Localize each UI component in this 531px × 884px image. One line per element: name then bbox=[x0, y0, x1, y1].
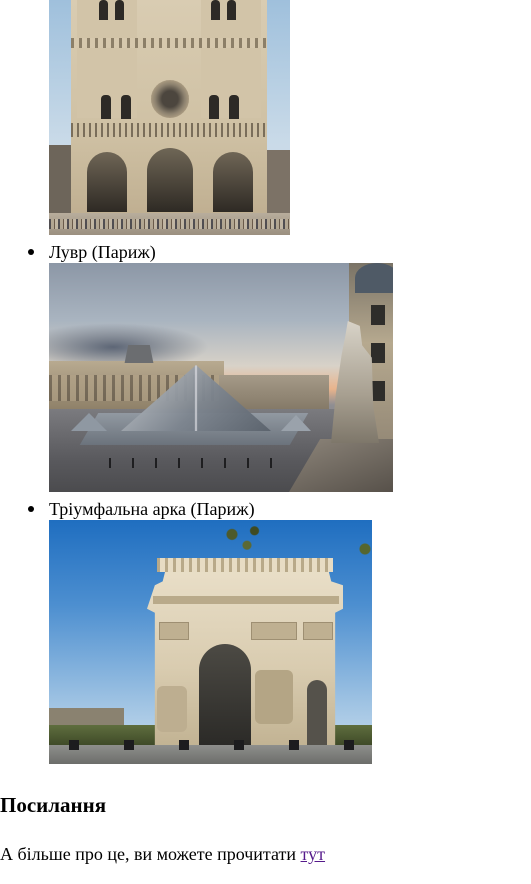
links-paragraph: А більше про це, ви можете прочитати тут bbox=[0, 842, 325, 866]
read-more-link[interactable]: тут bbox=[301, 844, 326, 864]
links-text: А більше про це, ви можете прочитати bbox=[0, 844, 301, 864]
bullet-icon bbox=[28, 506, 34, 512]
louvre-image bbox=[49, 263, 393, 492]
notre-dame-image bbox=[49, 0, 290, 235]
caption-arc-de-triomphe: Тріумфальна арка (Париж) bbox=[49, 499, 255, 519]
caption-louvre: Лувр (Париж) bbox=[49, 242, 156, 262]
links-heading: Посилання bbox=[0, 793, 107, 817]
arc-de-triomphe-image bbox=[49, 520, 372, 764]
bullet-icon bbox=[28, 249, 34, 255]
